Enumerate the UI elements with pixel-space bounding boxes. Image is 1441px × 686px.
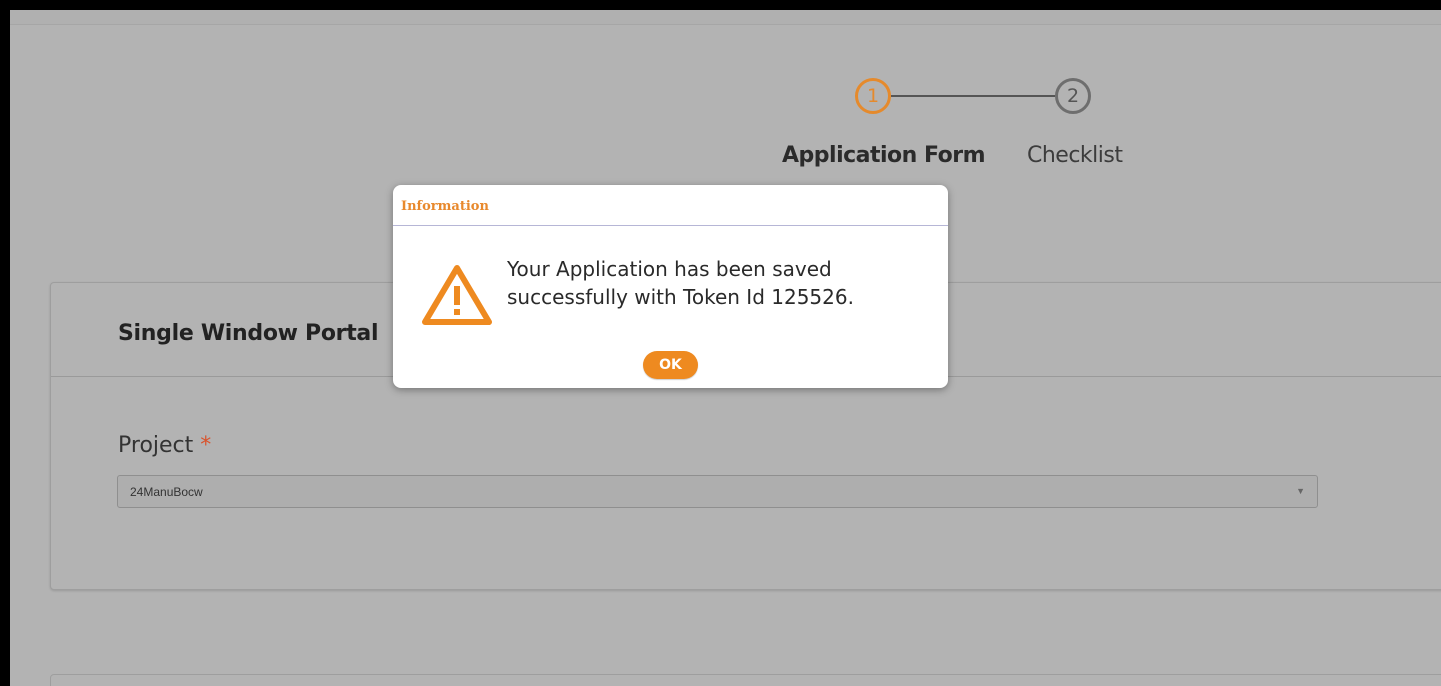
- dialog-header: Information: [393, 185, 948, 226]
- information-dialog: Information Your Application has been sa…: [393, 185, 948, 388]
- required-marker: *: [200, 433, 212, 458]
- dialog-title: Information: [401, 199, 489, 214]
- step-1-indicator[interactable]: 1: [855, 78, 891, 114]
- project-select[interactable]: 24ManuBocw ▼: [117, 475, 1318, 508]
- warning-icon: [421, 263, 493, 332]
- dialog-message: Your Application has been saved successf…: [507, 257, 854, 309]
- next-card: [50, 674, 1441, 686]
- project-label: Project *: [118, 433, 211, 458]
- project-select-value: 24ManuBocw: [130, 485, 203, 499]
- step-2-indicator[interactable]: 2: [1055, 78, 1091, 114]
- step-1-number: 1: [866, 85, 880, 107]
- project-label-text: Project: [118, 433, 194, 458]
- card-title: Single Window Portal: [118, 321, 379, 346]
- step-2-label[interactable]: Checklist: [1027, 143, 1123, 168]
- step-connector: [891, 95, 1055, 97]
- step-1-label[interactable]: Application Form: [782, 143, 986, 168]
- caret-down-icon: ▼: [1296, 486, 1305, 496]
- step-2-number: 2: [1066, 85, 1080, 107]
- stepper: 1 2 Application Form Checklist: [10, 10, 1441, 190]
- ok-button[interactable]: OK: [643, 351, 698, 379]
